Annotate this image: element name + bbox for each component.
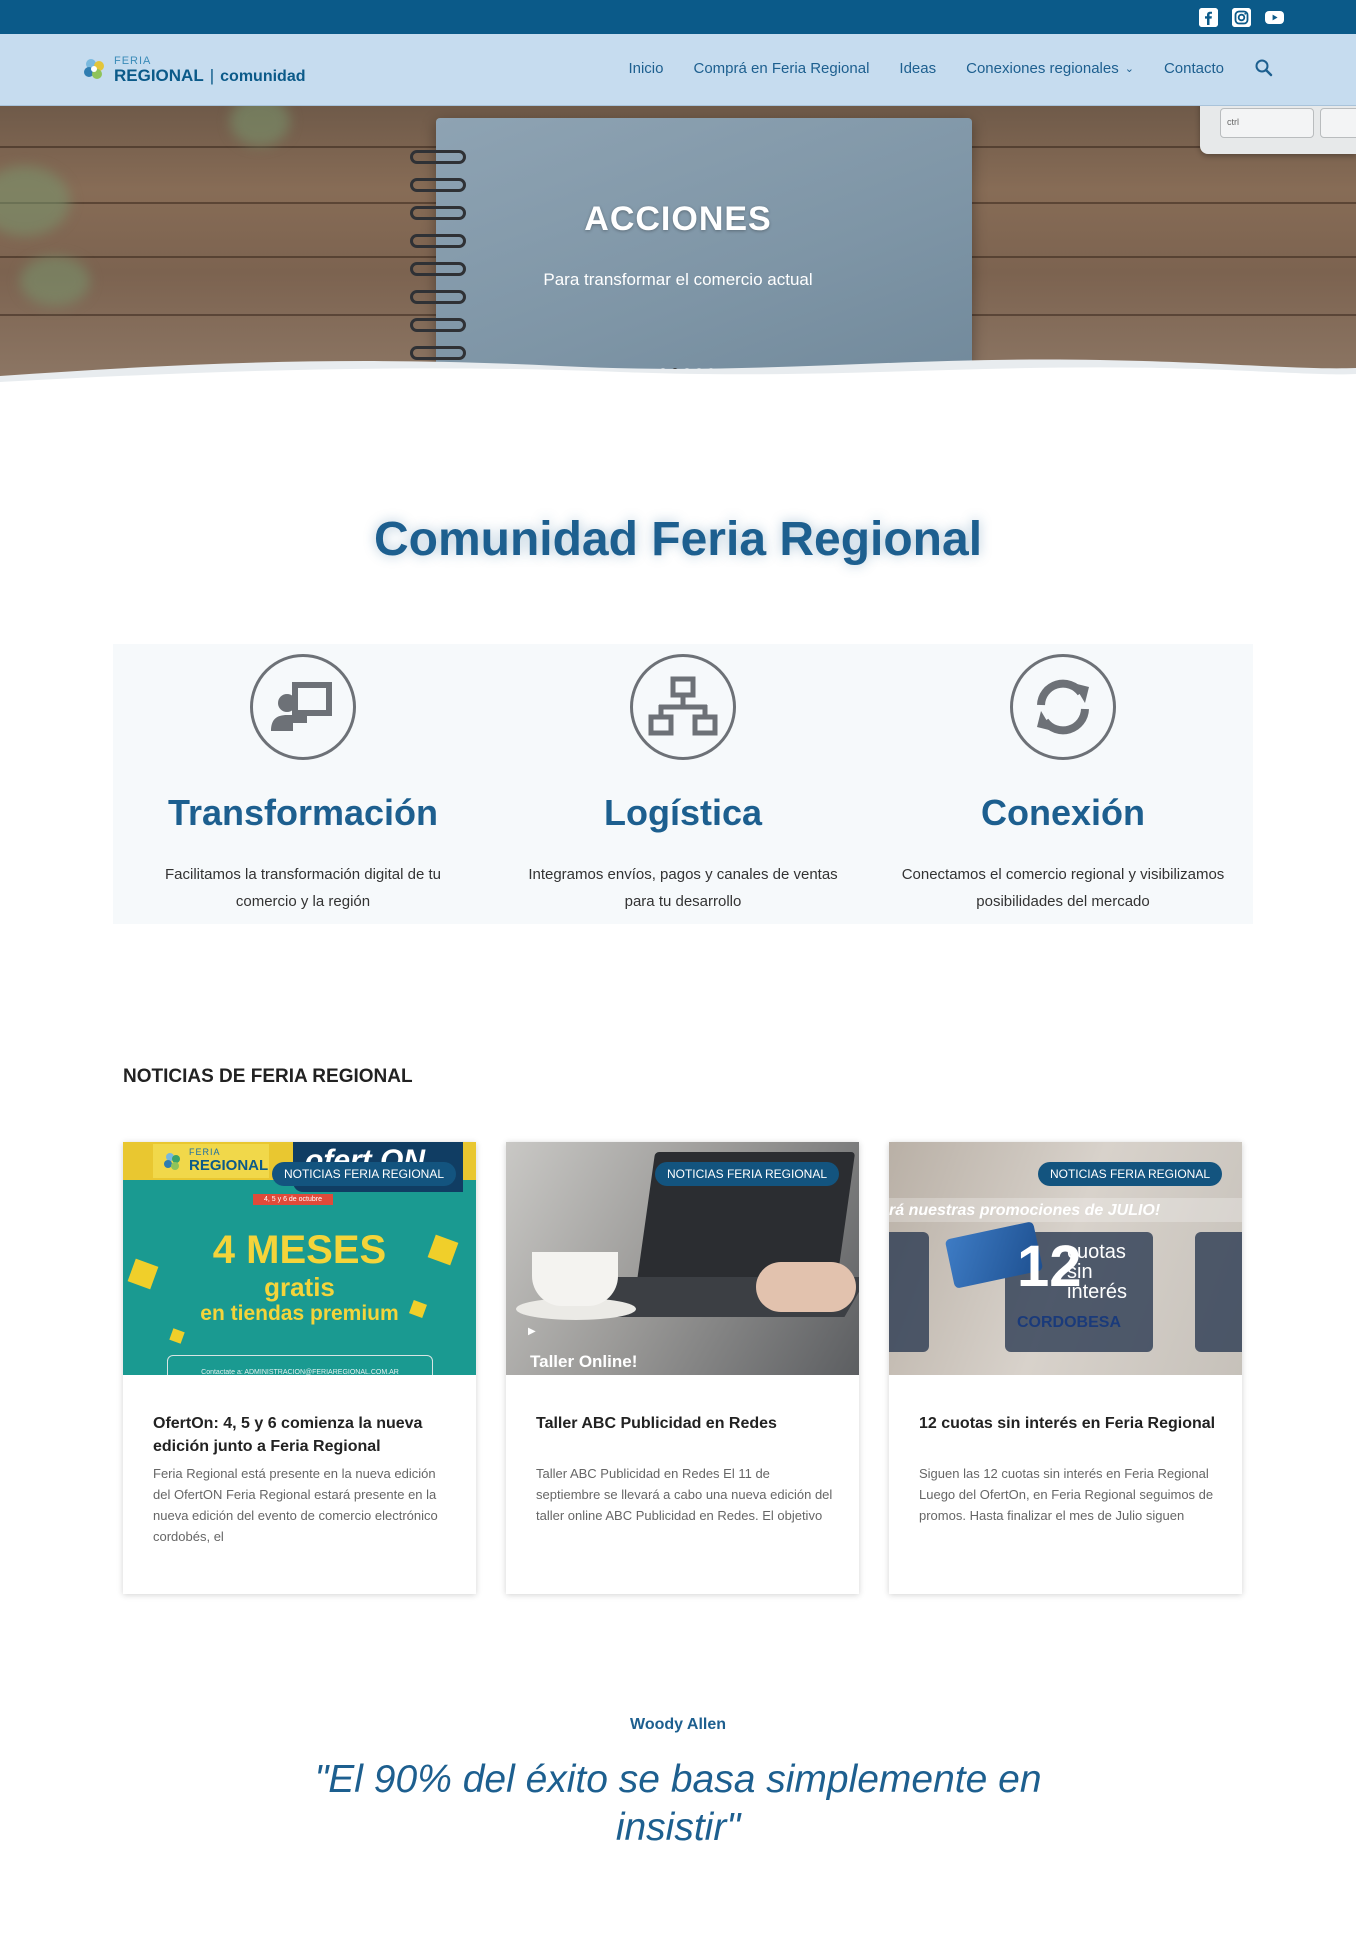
news-card[interactable]: rá nuestras promociones de JULIO! 12 cuo…: [889, 1142, 1242, 1594]
nav-contacto[interactable]: Contacto: [1164, 60, 1224, 77]
image-line1: 4 MESES: [212, 1228, 387, 1272]
logo-comunidad: comunidad: [220, 67, 306, 85]
image-logo-regional: REGIONAL: [189, 1157, 269, 1174]
keyboard-image: ctrl: [1200, 106, 1356, 154]
social-links: [1199, 8, 1284, 27]
image-logo: FERIA REGIONAL: [153, 1144, 269, 1178]
news-cards: FERIA REGIONAL ofert ON 4, 5 y 6 de octu…: [123, 1142, 1243, 1594]
logo-regional: REGIONAL: [114, 65, 204, 85]
leaf-decoration: [230, 106, 290, 146]
category-badge[interactable]: NOTICIAS FERIA REGIONAL: [271, 1162, 456, 1186]
site-logo[interactable]: FERIA REGIONAL | comunidad: [80, 52, 306, 88]
hero-wave-divider: [0, 359, 1356, 392]
news-card[interactable]: ▶ Taller Online! NOTICIAS FERIA REGIONAL…: [506, 1142, 859, 1594]
image-brand: CORDOBESA: [1017, 1314, 1122, 1331]
news-card-title[interactable]: OfertOn: 4, 5 y 6 comienza la nueva edic…: [153, 1412, 453, 1458]
youtube-icon[interactable]: [1265, 8, 1284, 27]
image-caption: Taller Online!: [530, 1352, 638, 1371]
nav-ideas[interactable]: Ideas: [899, 60, 936, 77]
news-card-image[interactable]: FERIA REGIONAL ofert ON 4, 5 y 6 de octu…: [123, 1142, 476, 1375]
section-title: Comunidad Feria Regional: [373, 513, 983, 566]
hero-title: ACCIONES: [584, 200, 772, 238]
nav-inicio[interactable]: Inicio: [628, 60, 663, 77]
feature-transformacion: Transformación Facilitamos la transforma…: [113, 644, 493, 924]
keyboard-key-blank: [1320, 108, 1356, 138]
feature-desc: Conectamos el comercio regional y visibi…: [901, 866, 1225, 910]
notebook-ring: [410, 318, 466, 332]
image-contact: Contactate a: ADMINISTRACION@FERIAREGION…: [167, 1355, 433, 1375]
sync-icon: [1010, 654, 1116, 760]
image-logo-feria: FERIA: [189, 1147, 221, 1157]
logo-text: FERIA REGIONAL | comunidad: [114, 54, 306, 85]
network-icon: [630, 654, 736, 760]
logo-flower-icon: [164, 1153, 180, 1170]
notebook-ring: [410, 178, 466, 192]
news-card-excerpt: Taller ABC Publicidad en Redes El 11 de …: [536, 1466, 833, 1523]
quote-text: "El 90% del éxito se basa simplemente en…: [314, 1758, 1042, 1849]
news-card[interactable]: FERIA REGIONAL ofert ON 4, 5 y 6 de octu…: [123, 1142, 476, 1594]
feature-conexion: Conexión Conectamos el comercio regional…: [873, 644, 1253, 924]
feature-title: Transformación: [167, 792, 439, 833]
decor-shape: [169, 1328, 185, 1344]
image-cuotas: cuotas sin interés: [1067, 1241, 1128, 1303]
instagram-icon[interactable]: [1232, 8, 1251, 27]
promo-panel: [889, 1232, 929, 1352]
play-icon: ▶: [528, 1326, 536, 1337]
news-card-image[interactable]: ▶ Taller Online! NOTICIAS FERIA REGIONAL: [506, 1142, 859, 1375]
news-card-title[interactable]: Taller ABC Publicidad en Redes: [536, 1412, 836, 1435]
feature-title: Conexión: [980, 792, 1145, 833]
nav-conexiones-label: Conexiones regionales: [966, 59, 1119, 77]
news-card-title[interactable]: 12 cuotas sin interés en Feria Regional: [919, 1412, 1219, 1435]
nav-conexiones[interactable]: Conexiones regionales ⌄: [966, 60, 1134, 77]
facebook-icon[interactable]: [1199, 8, 1218, 27]
feature-desc: Facilitamos la transformación digital de…: [165, 866, 441, 910]
main-nav: Inicio Comprá en Feria Regional Ideas Co…: [628, 58, 1274, 78]
logo-separator: |: [209, 65, 215, 85]
image-line2: gratis: [264, 1272, 335, 1302]
feature-title: Logística: [603, 792, 763, 833]
quote-author: Woody Allen: [630, 1716, 726, 1733]
notebook-ring: [410, 290, 466, 304]
presentation-icon: [250, 654, 356, 760]
nav-compra[interactable]: Comprá en Feria Regional: [694, 60, 870, 77]
features-row: Transformación Facilitamos la transforma…: [113, 644, 1253, 924]
keyboard-key: ctrl: [1220, 108, 1314, 138]
image-dates: 4, 5 y 6 de octubre: [253, 1194, 333, 1205]
promo-panel: [1195, 1232, 1242, 1352]
notebook-image: [436, 118, 972, 384]
news-card-image[interactable]: rá nuestras promociones de JULIO! 12 cuo…: [889, 1142, 1242, 1375]
hero-subtitle: Para transformar el comercio actual: [543, 270, 813, 289]
feature-logistica: Logística Integramos envíos, pagos y can…: [493, 644, 873, 924]
hand-image: [756, 1262, 856, 1312]
feature-desc: Integramos envíos, pagos y canales de ve…: [528, 866, 838, 910]
notebook-ring: [410, 150, 466, 164]
news-card-excerpt: Siguen las 12 cuotas sin interés en Feri…: [919, 1466, 1214, 1523]
category-badge[interactable]: NOTICIAS FERIA REGIONAL: [654, 1162, 839, 1186]
site-header: FERIA REGIONAL | comunidad Inicio Comprá e…: [0, 34, 1356, 106]
news-card-excerpt: Feria Regional está presente en la nueva…: [153, 1466, 438, 1544]
image-banner-text: rá nuestras promociones de JULIO!: [889, 1202, 1161, 1219]
news-heading: NOTICIAS DE FERIA REGIONAL: [123, 1066, 413, 1087]
logo-flower-icon: [80, 55, 110, 85]
search-icon[interactable]: [1254, 58, 1274, 78]
logo-feria: FERIA: [114, 54, 152, 67]
hero-slider: ctrl ACCIONES Para transformar el comerc…: [0, 106, 1356, 384]
top-bar: [0, 0, 1356, 34]
category-badge[interactable]: NOTICIAS FERIA REGIONAL: [1037, 1162, 1222, 1186]
image-line3: en tiendas premium: [200, 1302, 399, 1325]
chevron-down-icon: ⌄: [1124, 62, 1134, 75]
cup-image: [532, 1252, 618, 1306]
